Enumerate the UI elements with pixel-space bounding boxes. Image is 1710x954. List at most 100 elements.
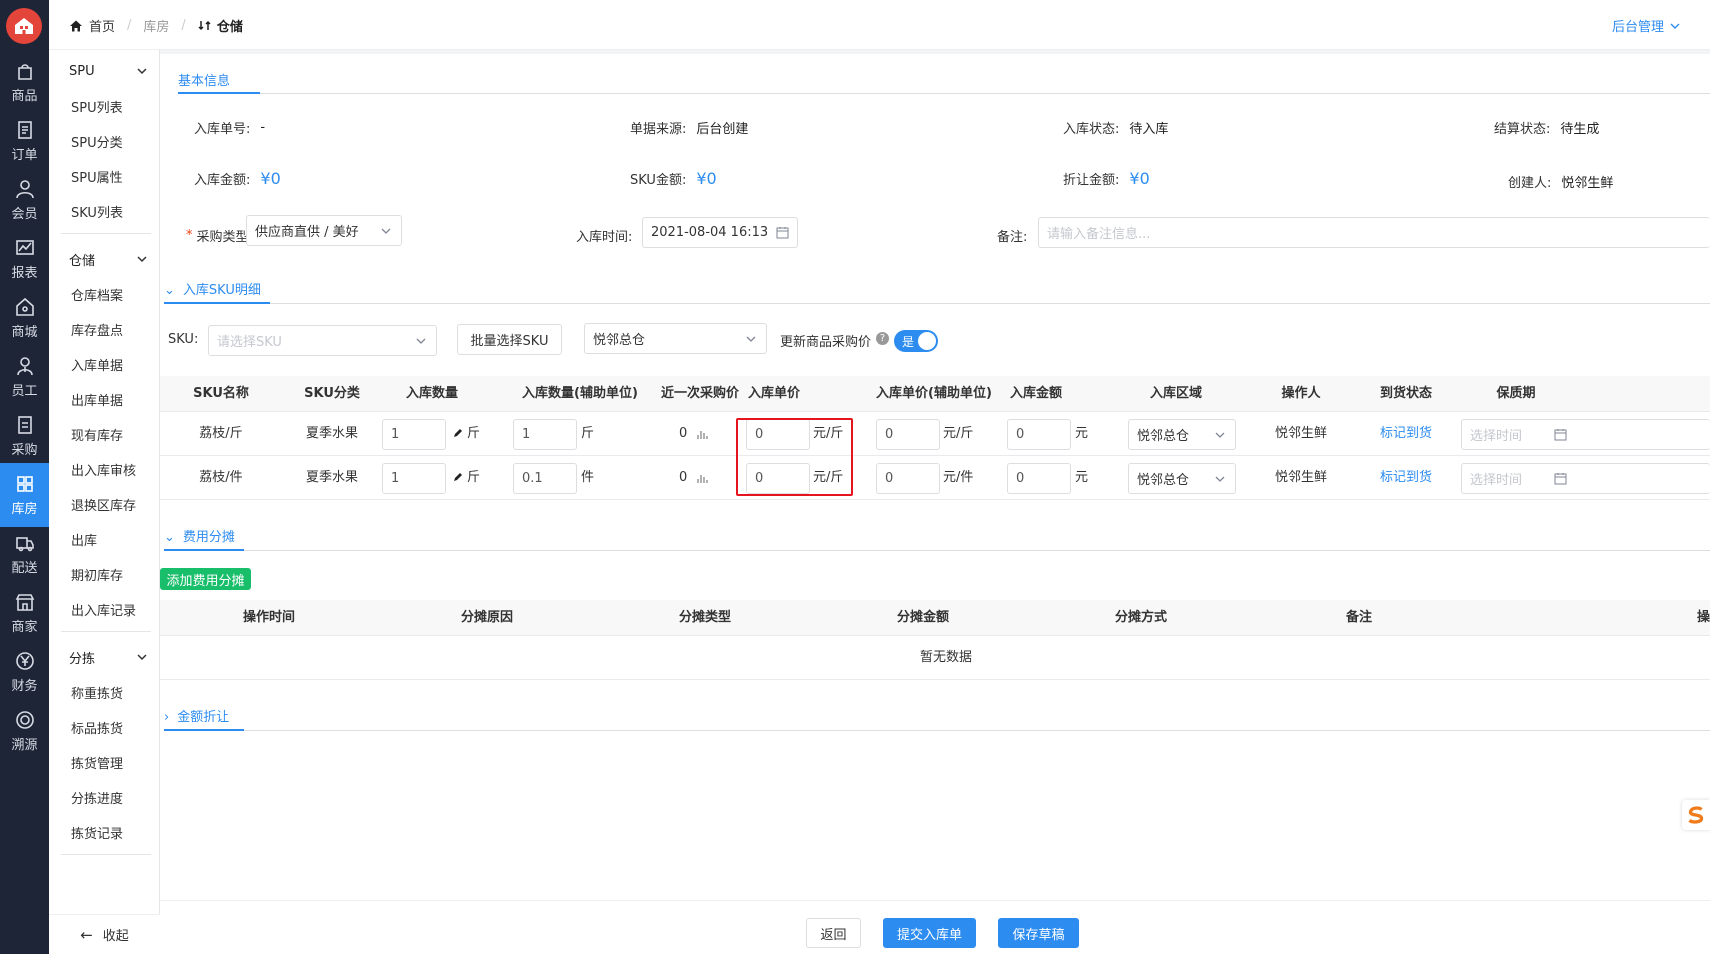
rail-item-9[interactable]: 商家 xyxy=(0,581,49,645)
save-draft-button[interactable]: 保存草稿 xyxy=(998,918,1079,948)
aux-price-input[interactable]: 0 xyxy=(876,419,940,450)
sub-menu: SPU SPU列表 SPU分类 SPU属性 SKU列表仓储 仓库档案 库存盘点 入库单据 出库单… xyxy=(49,50,160,954)
aux-qty-input[interactable]: 0.1 xyxy=(513,463,577,494)
add-fee-button[interactable]: 添加费用分摊 xyxy=(160,568,251,590)
back-button[interactable]: 返回 xyxy=(806,918,861,948)
aux-price-unit: 元/斤 xyxy=(943,426,974,441)
rail-item-10[interactable]: 财务 xyxy=(0,640,49,704)
sku-table-header-cell: SKU名称 xyxy=(193,386,249,401)
submenu-item[interactable]: 现有库存 xyxy=(49,416,160,452)
empty-text: 暂无数据 xyxy=(919,650,972,665)
submenu-item[interactable]: 出库单据 xyxy=(49,381,160,417)
sku-table-header-cell: 入库金额 xyxy=(1009,386,1062,401)
field-status: 入库状态: 待入库 xyxy=(1063,122,1169,137)
area-select[interactable]: 悦邻总仓 xyxy=(1128,419,1236,450)
last-price: 0 xyxy=(679,426,688,441)
submenu-item[interactable]: 出入库记录 xyxy=(49,591,160,627)
submenu-item[interactable]: 入库单据 xyxy=(49,346,160,382)
mark-arrival-link[interactable]: 标记到货 xyxy=(1356,456,1456,500)
submenu-item[interactable]: 称重拣货 xyxy=(49,674,160,710)
brand-logo[interactable] xyxy=(6,8,42,44)
submit-button[interactable]: 提交入库单 xyxy=(883,918,976,948)
submenu-item[interactable]: 标品拣货 xyxy=(49,709,160,745)
admin-menu[interactable]: 后台管理 xyxy=(1612,16,1680,35)
aux-price-input[interactable]: 0 xyxy=(876,463,940,494)
bar-chart-icon[interactable] xyxy=(696,428,708,440)
sku-table-header-cell: SKU分类 xyxy=(304,386,360,401)
shelf-life-datepicker[interactable]: 选择时间 xyxy=(1461,463,1710,494)
submenu-item[interactable]: 出入库审核 xyxy=(49,451,160,487)
rail-item-2[interactable]: 会员 xyxy=(0,168,49,232)
pencil-icon[interactable] xyxy=(452,427,464,439)
breadcrumb-home[interactable]: 首页 xyxy=(89,16,115,35)
field-creator: 创建人: 悦邻生鲜 xyxy=(1508,176,1614,191)
rail-item-7[interactable]: 库房 xyxy=(0,463,49,527)
rail-item-11[interactable]: 溯源 xyxy=(0,699,49,763)
in-time-datepicker[interactable]: 2021-08-04 16:13 xyxy=(642,217,798,248)
purchase-icon xyxy=(14,414,36,436)
submenu-item[interactable]: 拣货记录 xyxy=(49,814,160,850)
submenu-item[interactable]: 出库 xyxy=(49,521,160,557)
rail-item-label: 库房 xyxy=(11,502,38,517)
fee-table-header-cell: 分摊方式 xyxy=(1114,610,1167,625)
rail-item-label: 会员 xyxy=(11,207,38,222)
submenu-item[interactable]: SPU分类 xyxy=(49,123,160,159)
submenu-item[interactable]: 库存盘点 xyxy=(49,311,160,347)
rail-item-1[interactable]: 订单 xyxy=(0,109,49,173)
aux-price-unit: 元/件 xyxy=(943,470,974,485)
submenu-item[interactable]: SKU列表 xyxy=(49,193,160,229)
fee-table-header-cell: 分摊金额 xyxy=(896,610,949,625)
submenu-group-2[interactable]: 分拣 xyxy=(49,639,160,675)
shelf-life-datepicker[interactable]: 选择时间 xyxy=(1461,419,1710,450)
area-select[interactable]: 悦邻总仓 xyxy=(1128,463,1236,494)
breadcrumb-mid[interactable]: 库房 xyxy=(143,16,169,35)
aux-qty-input[interactable]: 1 xyxy=(513,419,577,450)
arrow-left-icon: ← xyxy=(80,925,93,944)
submenu-item[interactable]: 拣货管理 xyxy=(49,744,160,780)
amount-input[interactable]: 0 xyxy=(1007,419,1071,450)
rail-item-6[interactable]: 采购 xyxy=(0,404,49,468)
warehouse-select[interactable]: 悦邻总仓 xyxy=(584,323,767,354)
table-row: 荔枝/件 夏季水果 1 斤 0.1 件 0 0 元/斤 0 元/件 0 元悦邻总仓 悦邻生鲜 标记到货 选择时… xyxy=(160,456,1710,500)
app-root: 商品 订单 会员 报表 商城 员工 采购 库房 配送 商家 财务 溯源 首页 / 库房 / 仓储 后台… xyxy=(0,0,1710,954)
submenu-item[interactable]: 分拣进度 xyxy=(49,779,160,815)
purchase-type-select[interactable]: 供应商直供 / 美好 xyxy=(246,215,402,246)
rail-item-3[interactable]: 报表 xyxy=(0,227,49,291)
submenu-item[interactable]: 期初库存 xyxy=(49,556,160,592)
qty-input[interactable]: 1 xyxy=(382,463,446,494)
submenu-group-1[interactable]: 仓储 xyxy=(49,241,160,277)
tab-active-underline xyxy=(164,302,270,304)
section-divider xyxy=(178,93,1710,94)
breadcrumb-separator: / xyxy=(181,18,186,33)
submenu-item[interactable]: SPU列表 xyxy=(49,88,160,124)
mark-arrival-link[interactable]: 标记到货 xyxy=(1356,412,1456,456)
submenu-group-0[interactable]: SPU xyxy=(49,53,160,89)
chevron-down-icon xyxy=(381,228,391,234)
ime-badge[interactable] xyxy=(1682,800,1710,830)
rail-item-label: 订单 xyxy=(11,148,38,163)
home-icon xyxy=(14,296,36,318)
remark-input[interactable]: 请输入备注信息... xyxy=(1038,217,1710,248)
rail-item-8[interactable]: 配送 xyxy=(0,522,49,586)
pencil-icon[interactable] xyxy=(452,471,464,483)
submenu-item[interactable]: 仓库档案 xyxy=(49,276,160,312)
calendar-icon xyxy=(1554,473,1567,485)
collapse-button[interactable]: ← 收起 xyxy=(49,914,160,954)
submenu-item[interactable]: SPU属性 xyxy=(49,158,160,194)
batch-select-sku-button[interactable]: 批量选择SKU xyxy=(457,324,562,355)
qty-input[interactable]: 1 xyxy=(382,419,446,450)
tab-active-underline xyxy=(164,729,244,731)
submenu-item[interactable]: 退换区库存 xyxy=(49,486,160,522)
update-price-switch[interactable]: 是 xyxy=(894,330,938,352)
bar-chart-icon[interactable] xyxy=(696,472,708,484)
rail-item-4[interactable]: 商城 xyxy=(0,286,49,350)
help-icon[interactable]: ? xyxy=(876,332,889,345)
breadcrumb-current-label: 仓储 xyxy=(216,20,243,35)
sku-select[interactable]: 请选择SKU xyxy=(208,325,437,356)
rail-item-5[interactable]: 员工 xyxy=(0,345,49,409)
trace-icon xyxy=(14,709,36,731)
amount-input[interactable]: 0 xyxy=(1007,463,1071,494)
chart-icon xyxy=(14,237,36,259)
rail-item-0[interactable]: 商品 xyxy=(0,50,49,114)
section-divider xyxy=(164,730,1710,731)
